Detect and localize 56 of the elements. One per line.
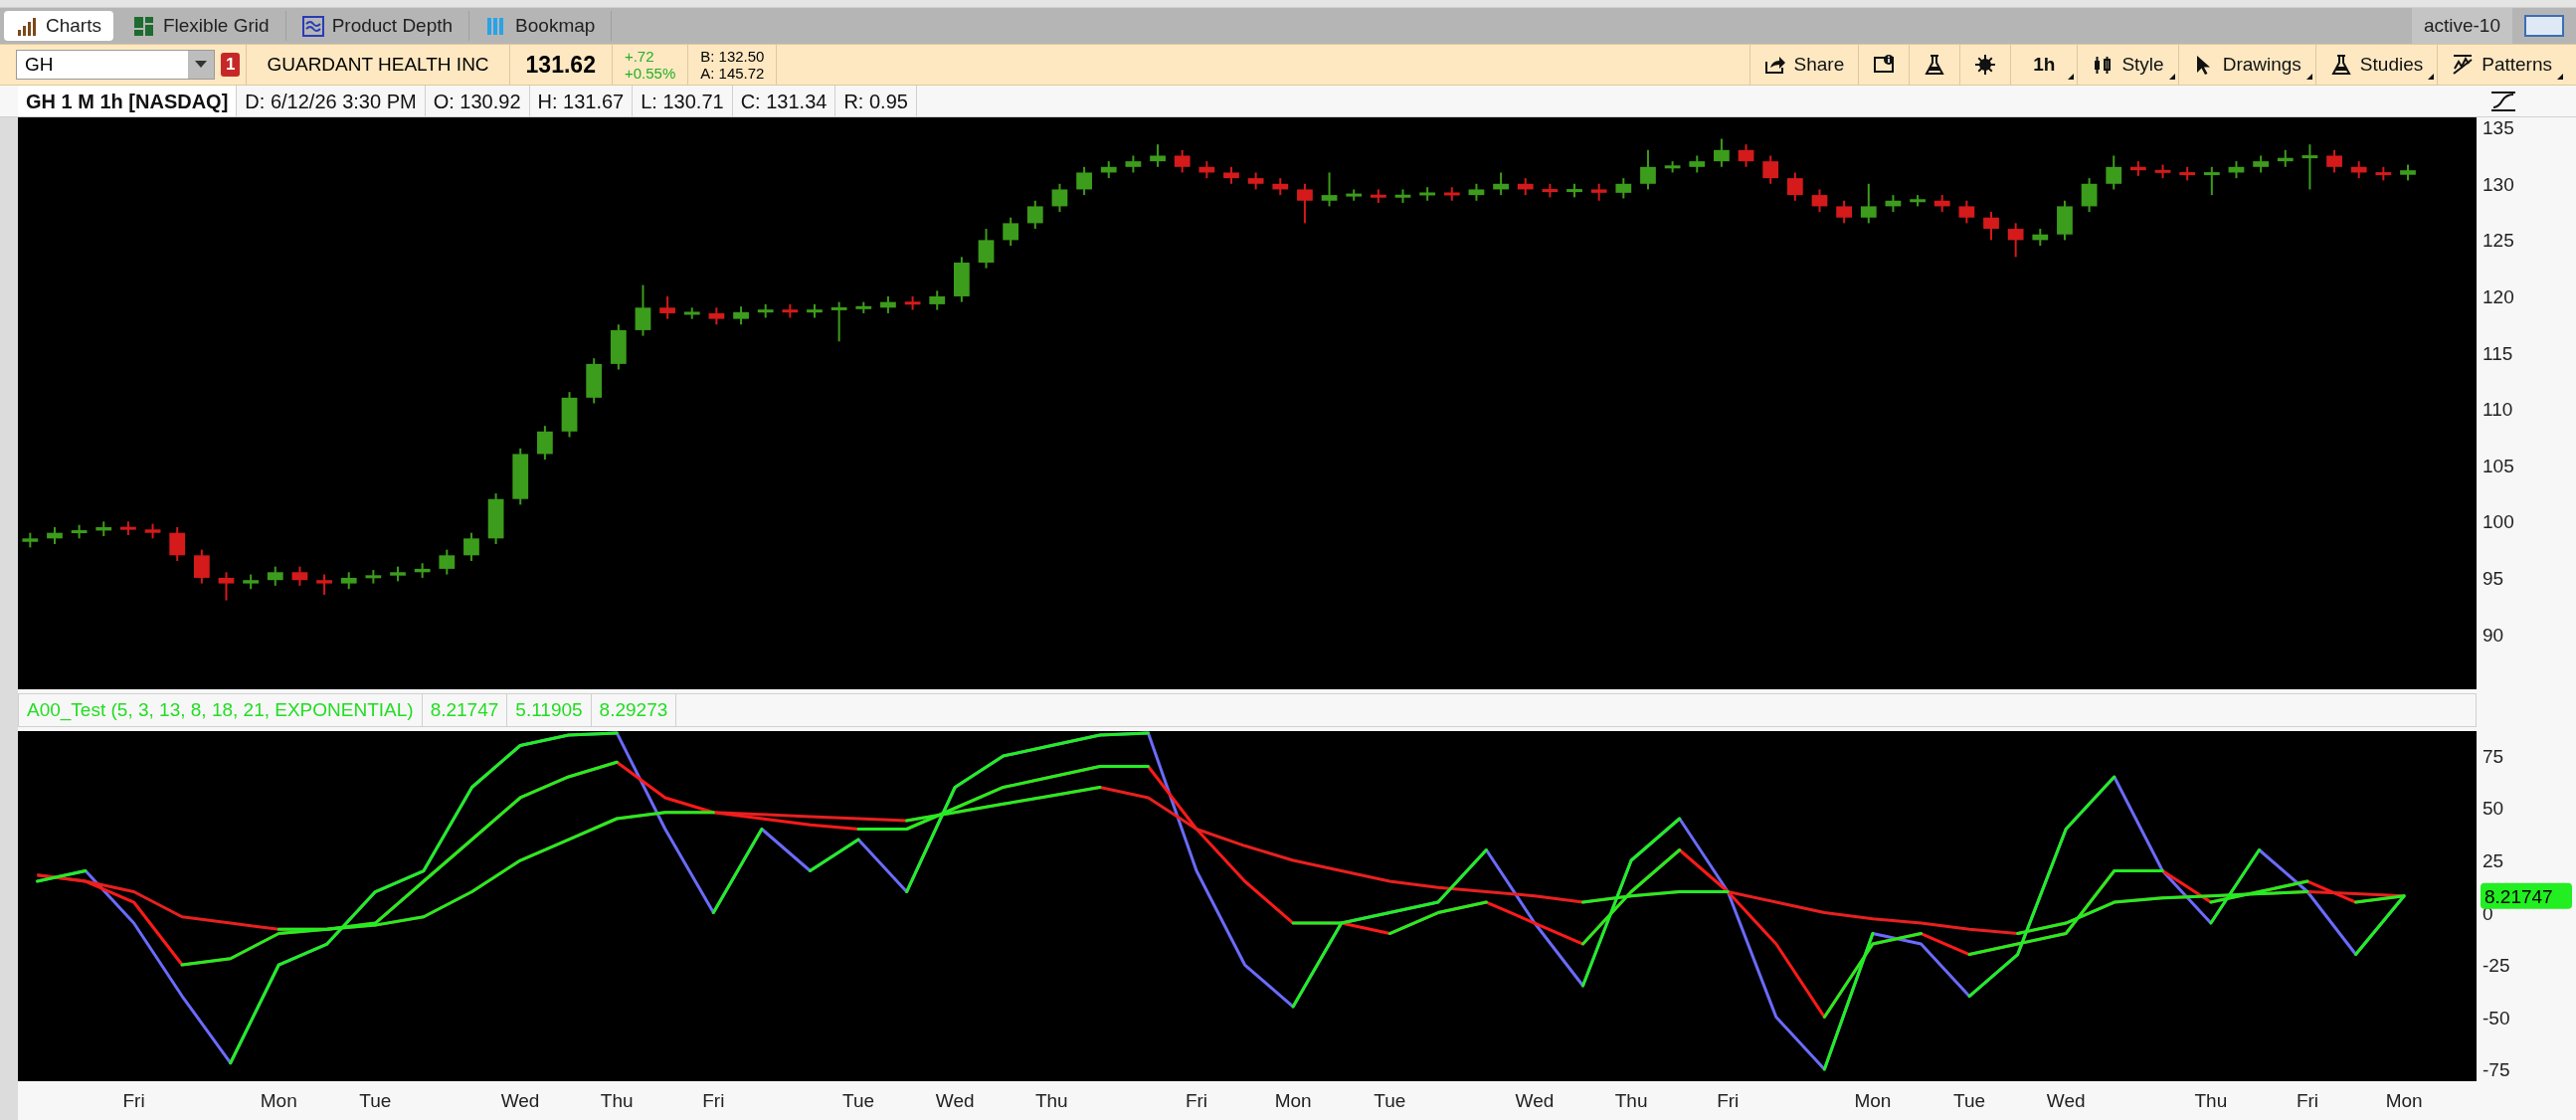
axis-label: Tue <box>842 1090 875 1111</box>
axis-label: Fri <box>122 1090 145 1111</box>
ohlc-value: R: 0.95 <box>835 86 917 116</box>
ohlc-value: C: 131.34 <box>732 86 836 116</box>
chart-symbol-label: GH 1 M 1h [NASDAQ] <box>18 86 238 116</box>
axis-label: Wed <box>935 1090 975 1111</box>
axis-label: Fri <box>1717 1090 1740 1111</box>
axis-label: Mon <box>2385 1090 2423 1111</box>
ohlc-value: O: 130.92 <box>425 86 530 116</box>
axis-label: 25 <box>2483 850 2504 871</box>
study-value: 5.11905 <box>507 694 592 726</box>
axis-label: Thu <box>600 1090 634 1111</box>
axis-label: 135 <box>2483 117 2514 139</box>
percent-change: +0.55% <box>624 65 676 82</box>
axis-label: Thu <box>1034 1090 1068 1111</box>
company-name: GUARDANT HEALTH INC <box>267 52 489 77</box>
axis-label: Wed <box>2046 1090 2086 1111</box>
axis-label: 95 <box>2483 567 2504 589</box>
axis-label: 110 <box>2483 399 2513 421</box>
axis-label: 105 <box>2483 455 2514 476</box>
axis-label: Tue <box>1953 1090 1986 1111</box>
axis-label: Fri <box>1185 1090 1208 1111</box>
study-title: A00_Test (5, 3, 13, 8, 18, 21, EXPONENTIAL) <box>19 694 423 726</box>
study-value: 8.21747 <box>422 694 508 726</box>
ohlc-value: H: 131.67 <box>529 86 634 116</box>
account-label: active-10 <box>2411 8 2512 44</box>
axis-label: 90 <box>2483 624 2504 646</box>
study-value: 8.29273 <box>591 694 677 726</box>
axis-label: 115 <box>2483 342 2513 364</box>
ohlc-value: L: 130.71 <box>633 86 733 116</box>
ohlc-value: D: 6/12/26 3:30 PM <box>237 86 426 116</box>
net-change: +.72 <box>624 48 654 65</box>
axis-label: 75 <box>2483 746 2504 767</box>
axis-label: Thu <box>2194 1090 2228 1111</box>
axis-label: Tue <box>359 1090 392 1111</box>
axis-label: -50 <box>2483 1007 2510 1028</box>
axis-label: Fri <box>702 1090 725 1111</box>
axis-label: Mon <box>260 1090 297 1111</box>
axis-label: Wed <box>1515 1090 1555 1111</box>
axis-label: -75 <box>2483 1059 2510 1081</box>
axis-label: Mon <box>1854 1090 1892 1111</box>
axis-label: 130 <box>2483 173 2514 195</box>
axis-label: Mon <box>1274 1090 1312 1111</box>
axis-label: Fri <box>2296 1090 2319 1111</box>
bid-price: B: 132.50 <box>700 48 765 65</box>
axis-label: 125 <box>2483 230 2514 252</box>
axis-label: Wed <box>500 1090 540 1111</box>
ask-price: A: 145.72 <box>700 65 765 82</box>
axis-label: Thu <box>1614 1090 1648 1111</box>
current-value-label: 8.21747 <box>2481 882 2572 909</box>
axis-label: -25 <box>2483 955 2510 976</box>
axis-label: 120 <box>2483 285 2514 307</box>
axis-label: 100 <box>2483 511 2514 533</box>
last-price: 131.62 <box>525 50 596 80</box>
axis-label: Tue <box>1374 1090 1406 1111</box>
axis-label: 50 <box>2483 798 2504 820</box>
